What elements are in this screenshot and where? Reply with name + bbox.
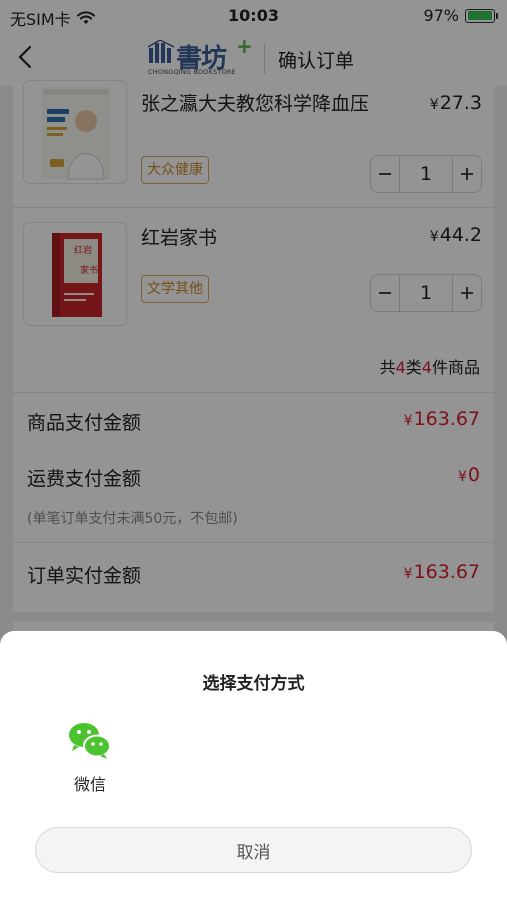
wechat-pay-option[interactable]: 微信 <box>60 719 120 799</box>
payment-sheet: 选择支付方式 微信 取消 <box>0 631 507 900</box>
payment-option-label: 微信 <box>73 775 106 794</box>
cancel-button[interactable]: 取消 <box>35 827 472 873</box>
wechat-icon <box>69 723 111 759</box>
sheet-title: 选择支付方式 <box>202 674 305 694</box>
